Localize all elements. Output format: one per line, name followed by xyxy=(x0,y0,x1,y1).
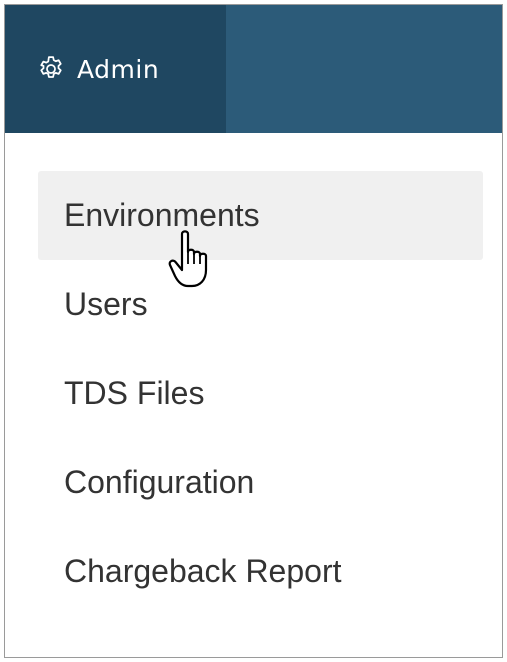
menu-item-configuration[interactable]: Configuration xyxy=(38,438,483,527)
menu-item-tds-files[interactable]: TDS Files xyxy=(38,349,483,438)
menu-item-users[interactable]: Users xyxy=(38,260,483,349)
admin-menu-button[interactable]: Admin xyxy=(5,5,226,133)
gear-icon xyxy=(35,53,67,85)
top-navigation-bar: Admin xyxy=(5,5,502,133)
admin-menu-label: Admin xyxy=(77,54,160,84)
menu-item-chargeback-report[interactable]: Chargeback Report xyxy=(38,527,483,616)
admin-dropdown-window: Admin Environments Users TDS Files Confi… xyxy=(4,4,503,658)
menu-item-environments[interactable]: Environments xyxy=(38,171,483,260)
admin-dropdown-menu: Environments Users TDS Files Configurati… xyxy=(38,171,483,616)
